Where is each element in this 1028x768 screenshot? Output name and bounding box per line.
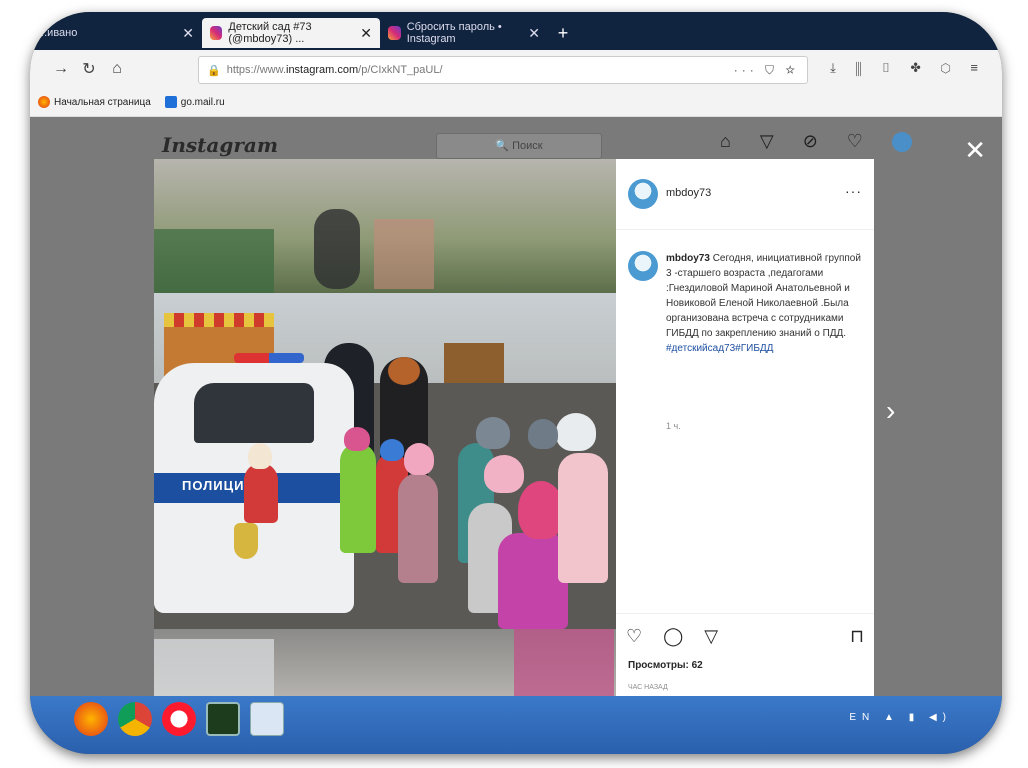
- police-emblem-icon: [234, 523, 258, 559]
- post-time-ago: ЧАС НАЗАД: [628, 684, 668, 691]
- post-panel: mbdoy73 ··· mbdoy73 Сегодня, инициативно…: [616, 159, 874, 701]
- siren-light: [234, 353, 304, 363]
- close-icon[interactable]: ✕: [360, 25, 372, 42]
- close-icon[interactable]: ✕: [182, 25, 194, 42]
- forward-icon[interactable]: →: [52, 60, 70, 78]
- tab-3[interactable]: Сбросить пароль • Instagram ✕: [380, 18, 548, 48]
- photo-blur-top: [154, 159, 616, 293]
- screenshot-frame: ...ивано ✕ Детский сад #73 (@mbdoy73) ..…: [30, 12, 1002, 754]
- url-prefix: https://www.: [226, 64, 286, 76]
- like-comment-share-icons[interactable]: ♡ ◯ ▽: [626, 626, 726, 647]
- shed: [444, 343, 504, 383]
- instagram-logo[interactable]: Instagram: [162, 133, 278, 157]
- child-hat: [476, 417, 510, 449]
- bookmark-label: Начальная страница: [54, 96, 151, 108]
- instagram-icon: [210, 26, 223, 40]
- avatar[interactable]: [628, 251, 658, 281]
- caption-text: mbdoy73 Сегодня, инициативной группой 3 …: [666, 251, 866, 356]
- instagram-icon: [388, 26, 401, 40]
- caption-time: 1 ч.: [666, 421, 681, 431]
- url-path: /p/CIxkNT_paUL/: [358, 64, 443, 76]
- tab-1[interactable]: ...ивано ✕: [30, 18, 202, 48]
- caption-body: Сегодня, инициативной группой 3 -старшег…: [666, 253, 861, 339]
- bookmarks-bar: Начальная страница go.mail.ru: [30, 88, 1002, 117]
- child-hat: [248, 443, 272, 469]
- chrome-icon[interactable]: [118, 702, 152, 736]
- post-photo[interactable]: ПОЛИЦИЯ: [154, 159, 616, 701]
- child-hat: [528, 419, 558, 449]
- opera-icon[interactable]: [162, 702, 196, 736]
- photo-blur-bottom: [154, 629, 616, 701]
- next-post-icon[interactable]: ›: [886, 395, 895, 427]
- tab-2[interactable]: Детский сад #73 (@mbdoy73) ... ✕: [202, 18, 380, 48]
- child-hat: [556, 413, 596, 451]
- firefox-icon: [38, 96, 50, 108]
- child-hat: [404, 443, 434, 475]
- bookmark-go-mail[interactable]: go.mail.ru: [164, 96, 225, 108]
- bookmark-label: go.mail.ru: [180, 96, 225, 108]
- url-bar[interactable]: 🔒 https://www. instagram.com/p/CIxkNT_paU…: [198, 56, 808, 84]
- tab-1-label: ...ивано: [38, 27, 78, 39]
- caption-hashtags[interactable]: #детскийсад73#ГИБДД: [666, 343, 773, 354]
- child-hat: [380, 439, 404, 461]
- post-modal: ПОЛИЦИЯ mbdoy73 ··· mbdoy73 Сегодня, ини…: [154, 159, 874, 701]
- views-count: Просмотры: 62: [628, 660, 703, 671]
- instagram-nav-icons[interactable]: ⌂ ▽ ⊘ ♡: [720, 131, 912, 153]
- taskbar: EN ▲ ▮ ◀): [30, 696, 1002, 754]
- tab-3-label: Сбросить пароль • Instagram: [406, 21, 502, 45]
- close-modal-icon[interactable]: ✕: [964, 135, 986, 166]
- child: [558, 453, 608, 583]
- police-photo-scene: ПОЛИЦИЯ: [154, 293, 616, 629]
- search-input[interactable]: 🔍 Поиск: [436, 133, 602, 159]
- monitor-icon[interactable]: [206, 702, 240, 736]
- document-icon[interactable]: [250, 702, 284, 736]
- avatar[interactable]: [891, 132, 912, 153]
- home-icon[interactable]: ⌂: [108, 60, 126, 78]
- child-hat: [344, 427, 370, 451]
- close-icon[interactable]: ✕: [528, 25, 540, 42]
- nav-icons[interactable]: ⌂ ▽ ⊘ ♡: [720, 131, 875, 151]
- post-actions: ♡ ◯ ▽ ⊓ Просмотры: 62 ЧАС НАЗАД: [616, 613, 874, 702]
- caption-username[interactable]: mbdoy73: [666, 253, 710, 264]
- child-in-car: [244, 463, 278, 523]
- tab-2-label: Детский сад #73 (@mbdoy73) ...: [228, 21, 312, 45]
- bookmark-icon[interactable]: ⊓: [850, 626, 864, 647]
- mail-icon: [164, 96, 177, 108]
- firefox-icon[interactable]: [74, 702, 108, 736]
- car-window: [194, 383, 314, 443]
- post-header: mbdoy73 ···: [616, 159, 874, 230]
- child: [398, 473, 438, 583]
- new-tab-button[interactable]: +: [548, 18, 578, 48]
- lock-icon: 🔒: [207, 64, 221, 77]
- child-hat: [484, 455, 524, 493]
- url-domain: instagram.com: [286, 64, 359, 76]
- more-options-icon[interactable]: ···: [845, 183, 862, 199]
- bookmark-start-page[interactable]: Начальная страница: [38, 96, 151, 108]
- reload-icon[interactable]: ↻: [80, 59, 98, 79]
- browser-toolbar: → ↻ ⌂ 🔒 https://www. instagram.com/p/CIxk…: [30, 50, 1002, 88]
- page-actions-icons[interactable]: ··· ⛉ ☆: [734, 63, 799, 78]
- avatar[interactable]: [628, 179, 658, 209]
- system-tray[interactable]: EN ▲ ▮ ◀): [849, 712, 952, 723]
- instagram-page: Instagram 🔍 Поиск ⌂ ▽ ⊘ ♡ ✕ › ПОЛИЦИЯ mb…: [30, 117, 1002, 701]
- tab-bar: ...ивано ✕ Детский сад #73 (@mbdoy73) ..…: [30, 12, 1002, 50]
- child: [340, 443, 376, 553]
- post-username[interactable]: mbdoy73: [666, 187, 711, 199]
- toolbar-icons[interactable]: ⤓ ⫼ ▯ ✤ ⬡ ≡: [830, 60, 986, 76]
